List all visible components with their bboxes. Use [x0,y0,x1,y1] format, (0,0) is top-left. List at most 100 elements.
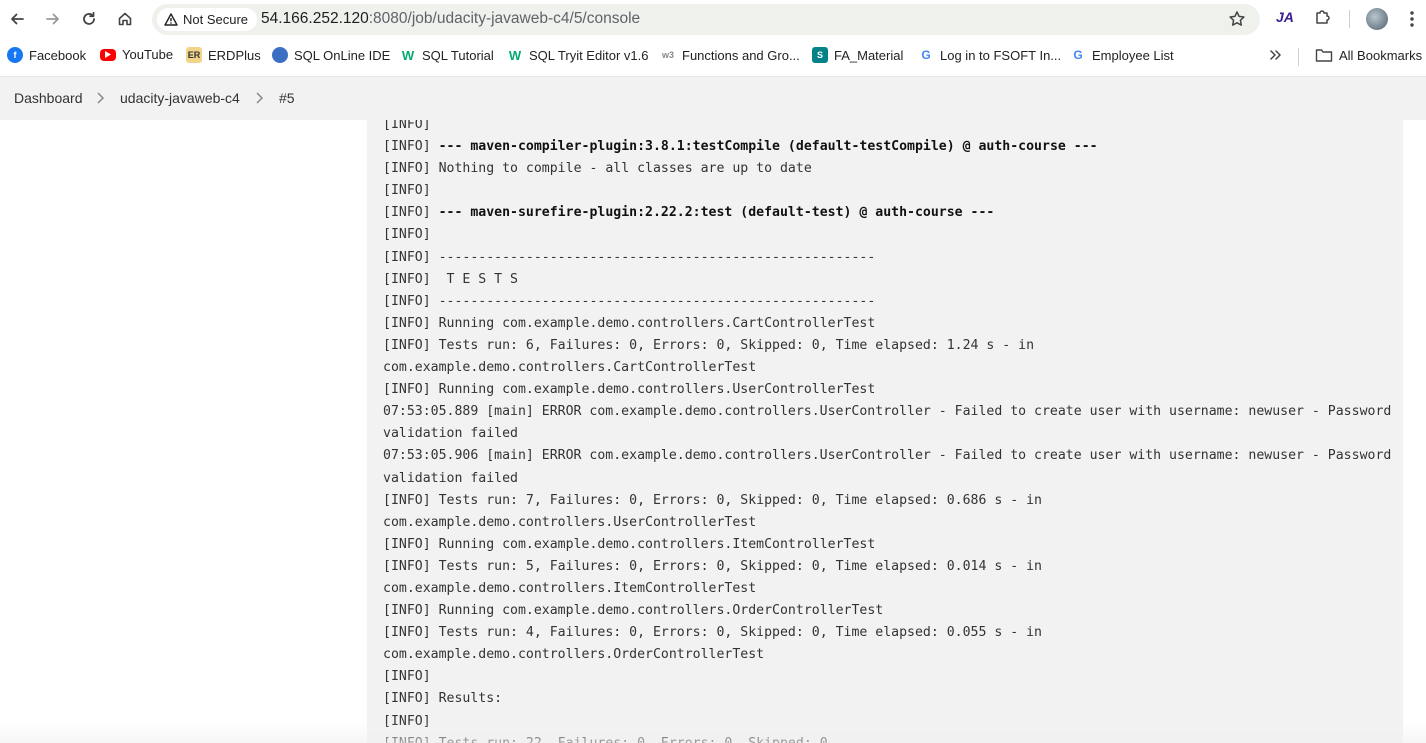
console-line: [INFO] --- maven-compiler-plugin:3.8.1:t… [383,136,1391,158]
youtube-icon [100,48,116,61]
bookmark-fa-material[interactable]: S FA_Material [812,47,903,63]
bookmark-label: SQL Tryit Editor v1.6 [529,47,649,63]
log-level: [INFO] [383,271,431,287]
reload-icon [83,11,95,25]
log-level: [INFO] [383,382,431,398]
breadcrumb-build[interactable]: #5 [279,90,295,106]
console-line: [INFO] Tests run: 7, Failures: 0, Errors… [383,490,1391,512]
log-level: [INFO] [383,558,431,574]
home-icon [118,12,132,26]
google-icon: G [921,48,931,62]
star-icon [1229,11,1245,26]
more-vert-icon [1410,11,1414,27]
log-level: [INFO] [383,183,431,199]
console-line: [INFO] Running com.example.demo.controll… [383,313,1391,335]
log-text: Running com.example.demo.controllers.Ord… [438,603,884,619]
log-text: Running com.example.demo.controllers.Use… [438,382,876,398]
bookmark-facebook[interactable]: f Facebook [7,47,86,63]
log-text: Tests run: 22, Failures: 0, Errors: 0, S… [439,736,828,743]
log-level: [INFO] [383,492,431,508]
erdplus-icon: ER [186,47,202,63]
console-line: 07:53:05.889 [main] ERROR com.example.de… [383,401,1391,423]
w3-icon: W [401,47,415,63]
bookmark-fsoft-login[interactable]: G Log in to FSOFT In... [918,47,1061,63]
log-level: [INFO] [383,293,431,309]
folder-icon [1315,49,1333,62]
bookmark-label: YouTube [122,47,174,62]
all-bookmarks-label: All Bookmarks [1339,47,1423,63]
log-level: [INFO] [383,120,431,132]
console-line: [INFO] ---------------------------------… [383,247,1391,269]
profile-avatar[interactable] [1366,8,1388,30]
log-text: Results: [438,691,503,707]
browser-toolbar: Not Secure 54.166.252.120:8080/job/udaci… [0,0,1426,38]
bookmark-sql-online-ide[interactable]: SQL OnLine IDE [272,47,390,63]
log-text: Tests run: 5, Failures: 0, Errors: 0, Sk… [438,558,1042,574]
bookmark-label: FA_Material [834,47,904,63]
puzzle-icon [1316,10,1330,24]
log-text: 07:53:05.889 [main] ERROR com.example.de… [383,404,1392,420]
bookmark-label: SQL Tutorial [422,47,494,63]
reload-button[interactable] [77,7,101,31]
bookmarks-overflow-button[interactable] [1268,48,1282,62]
console-line: [INFO] Tests run: 6, Failures: 0, Errors… [383,335,1391,357]
console-line: [INFO] [383,120,1391,136]
log-level: [INFO] [383,713,431,729]
menu-button[interactable] [1406,9,1418,34]
double-chevron-right-icon [1270,50,1281,60]
log-text: Nothing to compile - all classes are up … [438,161,812,177]
breadcrumb-dashboard[interactable]: Dashboard [14,90,83,106]
bookmark-label: SQL OnLine IDE [294,47,391,63]
console-line: [INFO] ---------------------------------… [383,291,1391,313]
security-label: Not Secure [183,12,249,27]
log-text: 07:53:05.906 [main] ERROR com.example.de… [383,448,1392,464]
facebook-icon: f [7,47,23,63]
console-lines: [INFO] [INFO] --- maven-compiler-plugin:3… [383,120,1391,743]
console-line: com.example.demo.controllers.OrderContro… [383,644,1391,666]
breadcrumb-job[interactable]: udacity-javaweb-c4 [120,90,240,106]
log-level: [INFO] [383,161,431,177]
console-line: [INFO] Running com.example.demo.controll… [383,379,1391,401]
sharepoint-icon: S [812,47,828,63]
bookmark-label: Functions and Gro... [682,47,800,63]
bookmark-functions-and-groups[interactable]: w3 Functions and Gro... [660,47,800,63]
log-text: Tests run: 7, Failures: 0, Errors: 0, Sk… [438,492,1042,508]
log-text: com.example.demo.controllers.CartControl… [383,360,757,376]
bookmark-star-button[interactable] [1228,10,1246,33]
bookmark-youtube[interactable]: YouTube [100,47,173,62]
log-level: [INFO] [383,139,431,155]
bookmarks-divider [1298,48,1299,66]
extensions-button[interactable] [1313,7,1333,32]
bookmark-sql-tutorial[interactable]: W SQL Tutorial [400,47,494,63]
bookmark-sql-tryit-editor[interactable]: W SQL Tryit Editor v1.6 [507,47,649,63]
w3schools-icon: w3 [661,50,674,60]
log-level: [INFO] [383,227,431,243]
console-output: [INFO] [INFO] --- maven-compiler-plugin:3… [367,120,1403,743]
back-button[interactable] [5,7,29,31]
console-line: [INFO] Running com.example.demo.controll… [383,534,1391,556]
log-text: ----------------------------------------… [438,249,876,265]
log-level: [INFO] [383,249,431,265]
bookmark-employee-list[interactable]: G Employee List [1070,47,1174,63]
console-line: [INFO] Tests run: 5, Failures: 0, Errors… [383,556,1391,578]
bookmark-erdplus[interactable]: ER ERDPlus [186,47,261,63]
ja-extension-icon[interactable]: JA [1276,9,1294,25]
bookmark-label: ERDPlus [208,47,261,63]
console-line: [INFO] T E S T S [383,269,1391,291]
address-bar[interactable]: Not Secure 54.166.252.120:8080/job/udaci… [152,4,1260,35]
security-chip[interactable]: Not Secure [157,8,258,31]
home-button[interactable] [113,7,137,31]
arrow-left-icon [11,13,24,25]
sql-cloud-icon [272,47,288,63]
all-bookmarks-button[interactable]: All Bookmarks [1315,47,1422,63]
url-text[interactable]: 54.166.252.120:8080/job/udacity-javaweb-… [261,10,640,28]
console-line: com.example.demo.controllers.UserControl… [383,512,1391,534]
log-text: Tests run: 6, Failures: 0, Errors: 0, Sk… [438,337,1035,353]
forward-button[interactable] [41,7,65,31]
bookmark-label: Log in to FSOFT In... [940,47,1062,63]
log-text: T E S T S [438,271,518,287]
console-line: [INFO] Running com.example.demo.controll… [383,600,1391,622]
bookmark-label: Employee List [1092,47,1174,63]
arrow-right-icon [46,13,59,25]
url-path: :8080/job/udacity-javaweb-c4/5/console [368,10,641,27]
